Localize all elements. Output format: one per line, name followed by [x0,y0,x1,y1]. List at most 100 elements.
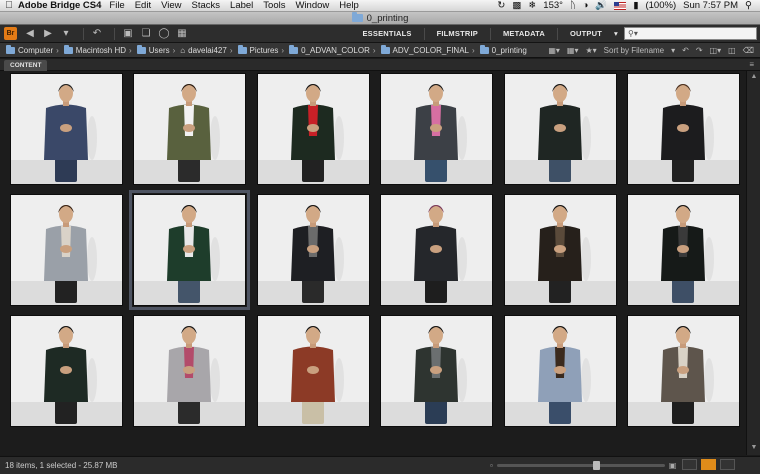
forward-arrow-icon[interactable]: ▶ [41,28,55,39]
thumbnail[interactable] [10,194,123,306]
panel-menu-icon[interactable]: ≡ [749,60,754,69]
us-flag-input-icon[interactable] [614,1,627,10]
chevron-right-icon[interactable]: › [281,46,284,55]
camera-download-icon[interactable]: ▣ [121,28,135,39]
chevron-right-icon[interactable]: › [230,46,233,55]
menu-label[interactable]: Label [230,0,253,11]
thumbnail[interactable] [504,315,617,427]
breadcrumb-pictures[interactable]: Pictures [237,44,278,55]
app-menu[interactable]: Adobe Bridge CS4 [18,0,101,11]
breadcrumb-users[interactable]: Users [136,44,170,55]
chevron-right-icon[interactable]: › [56,46,59,55]
menu-edit[interactable]: Edit [135,0,151,11]
view-grid-button[interactable] [682,459,697,470]
thumbnail[interactable] [257,315,370,427]
thumbnail[interactable] [627,194,740,306]
view-mode-buttons [682,459,735,470]
chevron-right-icon[interactable]: › [173,46,176,55]
thumbnail[interactable] [257,194,370,306]
temperature-readout[interactable]: 153° [543,0,563,11]
thumbnail[interactable] [380,194,493,306]
thumbnail[interactable] [504,73,617,185]
display-icon[interactable]: ▩ [512,0,521,11]
thumbnail[interactable] [257,73,370,185]
view-list-button[interactable] [720,459,735,470]
scroll-down-icon[interactable]: ▼ [749,444,759,453]
menubar-clock[interactable]: Sun 7:57 PM [683,0,738,11]
folder-icon [380,44,390,54]
workspace-filmstrip[interactable]: FILMSTRIP [437,29,478,38]
zoom-in-icon[interactable]: ▣ [669,461,677,470]
thumbnail[interactable] [627,73,740,185]
thumbnail[interactable] [380,315,493,427]
rating-filter-icon[interactable]: ★▾ [585,46,596,55]
trash-icon[interactable]: ⌫ [743,46,754,55]
thumbnail-quality-icon[interactable]: ▦▾ [548,46,560,55]
refine-icon[interactable]: ❏ [139,28,153,39]
spotlight-icon[interactable]: ⚲ [745,0,752,11]
open-recent-icon[interactable]: ◫▾ [710,46,722,55]
output-icon[interactable]: ▦ [175,28,189,39]
wifi-icon[interactable]: ◑ [583,0,589,11]
breadcrumb-computer[interactable]: Computer [6,44,53,55]
menu-window[interactable]: Window [295,0,329,11]
battery-readout: (100%) [645,0,677,11]
drive-icon [63,44,73,54]
search-input[interactable]: ⚲▾ [624,27,757,40]
temperature-icon[interactable]: ❄ [528,0,536,11]
rotate-right-icon[interactable]: ↷ [696,46,703,55]
rotate-left-icon[interactable]: ↶ [682,46,689,55]
thumbnail[interactable] [129,190,250,310]
recent-folders-icon[interactable]: ▾ [59,28,73,39]
chevron-right-icon[interactable]: › [472,46,475,55]
zoom-out-icon[interactable]: ▫ [490,461,493,470]
portrait-photo [258,316,369,426]
chevron-down-icon[interactable]: ▾ [671,46,675,55]
label-filter-icon[interactable]: ▦▾ [567,46,579,55]
thumbnail[interactable] [133,73,246,185]
tab-content[interactable]: CONTENT [4,60,48,71]
thumbnail[interactable] [10,73,123,185]
volume-icon[interactable]: 🔊 [595,0,607,11]
battery-icon[interactable]: ▮ [633,0,638,11]
slider-knob[interactable] [593,461,601,470]
toolbar-divider [83,27,84,40]
chevron-right-icon[interactable]: › [129,46,132,55]
view-thumbnail-button[interactable] [701,459,716,470]
thumbnail[interactable] [627,315,740,427]
back-arrow-icon[interactable]: ◀ [23,28,37,39]
menu-stacks[interactable]: Stacks [192,0,221,11]
new-folder-icon[interactable]: ◫ [728,46,736,55]
thumbnail[interactable] [133,315,246,427]
bluetooth-icon[interactable]: ᚢ [570,0,576,11]
menu-file[interactable]: File [109,0,124,11]
breadcrumb-0-printing[interactable]: 0_printing [479,44,527,55]
thumbnail[interactable] [10,315,123,427]
apple-menu-icon[interactable]:  [0,0,18,11]
breadcrumb-adv-color-final[interactable]: ADV_COLOR_FINAL [380,44,469,55]
sort-dropdown[interactable]: Sort by Filename [604,46,664,55]
workspace-essentials[interactable]: ESSENTIALS [362,29,411,38]
menu-help[interactable]: Help [339,0,359,11]
camera-raw-icon[interactable]: ◯ [157,28,171,39]
search-icon: ⚲▾ [628,29,638,38]
breadcrumb-home[interactable]: ⌂ davelai427 [180,46,227,55]
thumbnail[interactable] [380,73,493,185]
bridge-logo-icon[interactable]: Br [4,27,17,40]
return-to-photoshop-icon[interactable]: ↶ [90,28,104,39]
home-icon: ⌂ [180,45,186,55]
workspace-metadata[interactable]: METADATA [503,29,545,38]
breadcrumb-macintosh-hd[interactable]: Macintosh HD [63,44,126,55]
workspace-output[interactable]: OUTPUT [570,29,602,38]
content-scrollbar[interactable]: ▲ ▼ [746,71,760,455]
menu-tools[interactable]: Tools [263,0,285,11]
menu-view[interactable]: View [161,0,181,11]
breadcrumb-advan-color[interactable]: 0_ADVAN_COLOR [289,44,370,55]
workspace-dropdown-icon[interactable]: ▾ [614,29,618,38]
scroll-up-icon[interactable]: ▲ [749,73,759,82]
folder-icon [351,12,363,22]
sync-icon[interactable]: ↻ [497,0,505,11]
thumbnail-size-slider[interactable] [496,461,665,470]
thumbnail[interactable] [504,194,617,306]
chevron-right-icon[interactable]: › [373,46,376,55]
